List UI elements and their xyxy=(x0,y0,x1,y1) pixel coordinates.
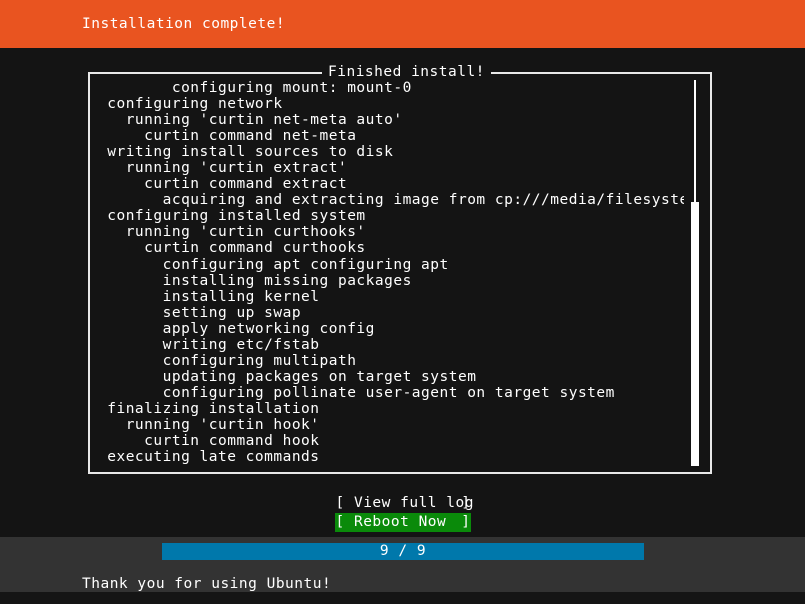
log-line: configuring mount: mount-0 xyxy=(98,80,412,96)
log-line: executing late commands xyxy=(98,449,320,466)
log-line: finalizing installation xyxy=(98,400,320,417)
log-line: apply networking config xyxy=(98,320,375,337)
header-bar: Installation complete! xyxy=(0,0,805,48)
log-line: installing missing packages xyxy=(98,272,412,289)
log-line: running 'curtin hook' xyxy=(98,416,320,433)
log-line: configuring pollinate user-agent on targ… xyxy=(98,384,615,401)
page-title: Installation complete! xyxy=(82,16,286,32)
view-full-log-button[interactable]: ][ View full log xyxy=(335,494,474,513)
reboot-now-button-bracket-close: ] xyxy=(461,514,471,530)
log-panel-title: Finished install! xyxy=(322,64,491,80)
progress-bar: 9 / 9 xyxy=(162,543,644,560)
log-line: writing etc/fstab xyxy=(98,336,320,353)
log-line: running 'curtin curthooks' xyxy=(98,224,366,241)
install-log-lines: configuring mount: mount-0 configuring n… xyxy=(98,80,684,468)
log-line: curtin command net-meta xyxy=(98,128,357,145)
log-line: acquiring and extracting image from cp:/… xyxy=(98,192,684,209)
log-line: running 'curtin net-meta auto' xyxy=(98,112,403,129)
log-line: curtin command hook xyxy=(98,433,320,450)
reboot-now-button[interactable]: ] [ Reboot Now xyxy=(334,513,471,532)
progress-bar-label: 9 / 9 xyxy=(379,543,427,559)
log-line: configuring multipath xyxy=(98,352,357,369)
log-line: configuring network xyxy=(98,96,283,113)
log-line: running 'curtin extract' xyxy=(98,160,348,177)
scrollbar-thumb[interactable] xyxy=(691,202,699,466)
thank-you-message: Thank you for using Ubuntu! xyxy=(82,576,332,592)
bottom-strip xyxy=(0,592,805,604)
log-line: updating packages on target system xyxy=(98,368,477,385)
log-line: installing kernel xyxy=(98,288,320,305)
log-line: setting up swap xyxy=(98,304,302,321)
action-buttons: ][ View full log] [ Reboot Now xyxy=(0,494,805,532)
log-line: configuring apt configuring apt xyxy=(98,256,449,273)
log-line: curtin command curthooks xyxy=(98,240,366,257)
view-full-log-button-label: [ View full log xyxy=(335,495,474,511)
log-line: writing install sources to disk xyxy=(98,144,394,161)
install-log-panel: configuring mount: mount-0 configuring n… xyxy=(88,72,712,474)
log-line: configuring installed system xyxy=(98,208,366,225)
installer-screen: Installation complete! configuring mount… xyxy=(0,0,805,604)
reboot-now-button-label: [ Reboot Now xyxy=(335,514,447,530)
log-line: curtin command extract xyxy=(98,176,348,193)
